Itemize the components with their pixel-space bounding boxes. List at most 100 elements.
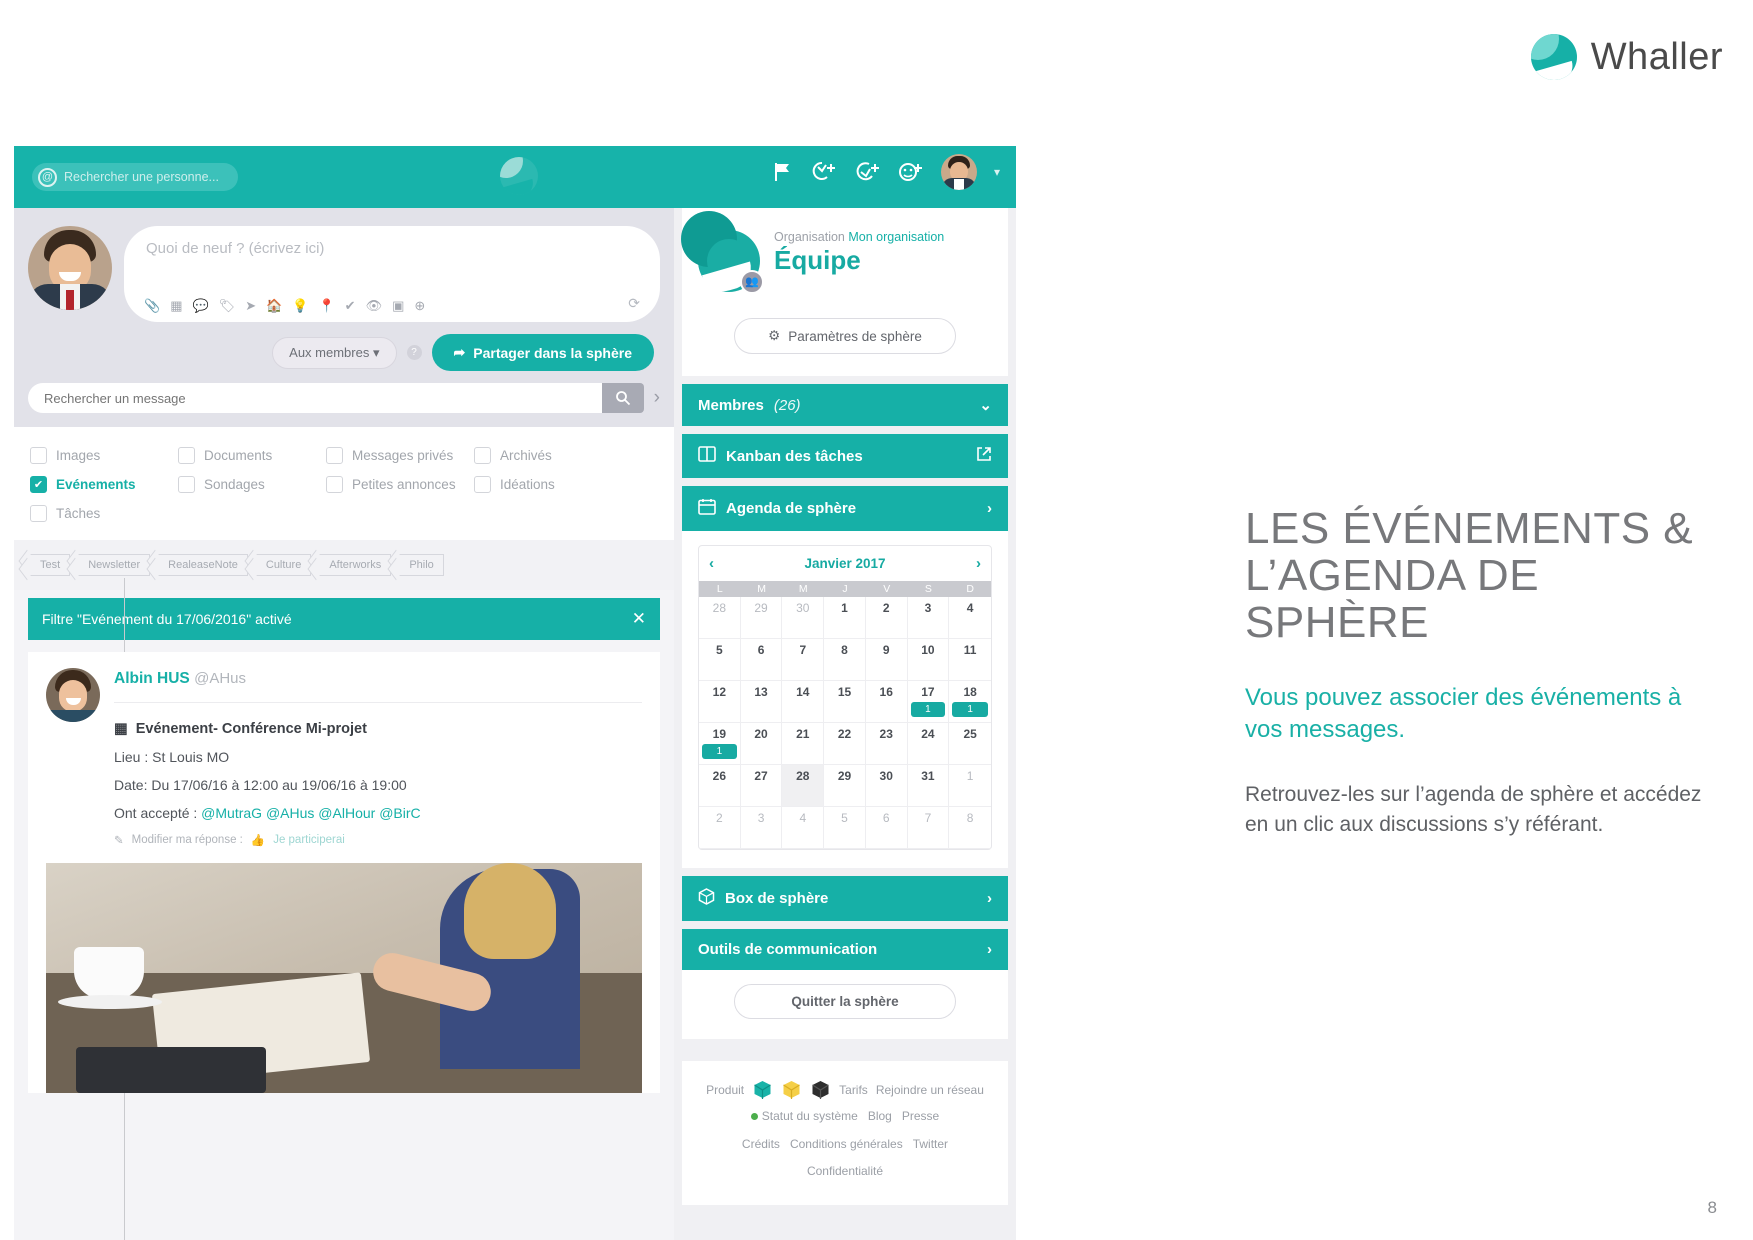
magnifier-icon[interactable] [601, 383, 644, 413]
calendar-day[interactable]: 28 [782, 765, 825, 807]
poll-icon[interactable]: 🏠 [266, 299, 282, 312]
calendar-event-badge[interactable]: 1 [952, 702, 988, 717]
calendar-day[interactable]: 8 [824, 639, 866, 681]
sphere-settings-button[interactable]: ⚙ Paramètres de sphère [734, 318, 956, 354]
calendar-day[interactable]: 19 1 [699, 723, 741, 765]
filter-messages-prives[interactable]: Messages privés [326, 441, 474, 470]
calendar-day[interactable]: 1 [949, 765, 991, 807]
calendar-day[interactable]: 6 [865, 807, 908, 849]
tag-chip[interactable]: Culture [253, 554, 312, 576]
checkbox[interactable] [474, 476, 491, 493]
calendar-day[interactable]: 26 [699, 765, 741, 807]
organisation-name[interactable]: Mon organisation [848, 230, 944, 244]
tag-chip[interactable]: Philo [397, 554, 444, 576]
filter-images[interactable]: Images [30, 441, 178, 470]
comment-icon[interactable]: 💬 [192, 299, 208, 312]
share-button[interactable]: ➦ Partager dans la sphère [431, 334, 654, 371]
footer-link-rejoindre[interactable]: Rejoindre un réseau [876, 1083, 984, 1097]
calendar-day[interactable]: 5 [699, 639, 741, 681]
attach-icon[interactable]: 📎 [144, 299, 160, 312]
search-input[interactable] [28, 383, 602, 413]
calendar-day[interactable]: 4 [782, 807, 825, 849]
calendar-day[interactable]: 7 [782, 639, 825, 681]
calendar-day[interactable]: 2 [865, 597, 908, 639]
quit-sphere-button[interactable]: Quitter la sphère [734, 984, 956, 1019]
calendar-day[interactable]: 22 [824, 723, 866, 765]
calendar-day[interactable]: 25 [949, 723, 991, 765]
calendar-day[interactable]: 3 [907, 597, 950, 639]
calendar-day[interactable]: 21 [782, 723, 825, 765]
sidebar-item-membres[interactable]: Membres (26) ⌄ [682, 384, 1008, 426]
filter-petites-annonces[interactable]: Petites annonces [326, 470, 474, 499]
calendar-event-badge[interactable]: 1 [702, 744, 737, 759]
checkbox[interactable] [30, 447, 47, 464]
response-value[interactable]: Je participerai [273, 834, 345, 846]
filter-sondages[interactable]: Sondages [178, 470, 326, 499]
calendar-day[interactable]: 18 1 [949, 681, 991, 723]
calendar-day[interactable]: 23 [865, 723, 908, 765]
accepted-mention[interactable]: @BirC [379, 805, 420, 821]
sidebar-item-kanban[interactable]: Kanban des tâches [682, 434, 1008, 478]
footer-link-credits[interactable]: Crédits [742, 1137, 780, 1151]
add-circle-icon[interactable] [855, 160, 881, 184]
checkbox[interactable] [30, 505, 47, 522]
location-icon[interactable]: 📍 [318, 299, 334, 312]
calendar-day[interactable]: 9 [865, 639, 908, 681]
footer-link-blog[interactable]: Blog [868, 1109, 892, 1123]
calendar-day[interactable]: 14 [782, 681, 825, 723]
calendar-day[interactable]: 12 [699, 681, 741, 723]
calendar-day[interactable]: 2 [699, 807, 741, 849]
avatar[interactable] [940, 154, 977, 190]
calendar-day[interactable]: 29 [740, 597, 783, 639]
checkbox[interactable] [178, 476, 195, 493]
footer-link-statut[interactable]: Statut du système [762, 1109, 858, 1123]
calendar-day[interactable]: 5 [824, 807, 866, 849]
calendar-day[interactable]: 1 [824, 597, 866, 639]
plus-icon[interactable]: ⊕ [414, 299, 425, 312]
post-avatar[interactable] [46, 668, 100, 722]
footer-link-produit[interactable]: Produit [706, 1083, 744, 1097]
calendar-day[interactable]: 28 [699, 597, 741, 639]
eye-icon[interactable]: 👁 [366, 299, 383, 312]
composer-input[interactable]: Quoi de neuf ? (écrivez ici) 📎 ▦ 💬 🏷 ➤ 🏠… [124, 226, 660, 322]
tag-chip[interactable]: Newsletter [76, 554, 151, 576]
filter-ideations[interactable]: Idéations [474, 470, 622, 499]
tag-chip[interactable]: Test [28, 554, 71, 576]
send-icon[interactable]: ➤ [245, 299, 256, 312]
calendar-day[interactable]: 15 [824, 681, 866, 723]
calendar-day[interactable]: 13 [740, 681, 783, 723]
accepted-mention[interactable]: @AlHour [318, 805, 375, 821]
calendar-day[interactable]: 16 [865, 681, 908, 723]
checkbox[interactable] [178, 447, 195, 464]
person-search-input[interactable]: @ Rechercher une personne... [32, 163, 238, 191]
filter-documents[interactable]: Documents [178, 441, 326, 470]
sidebar-item-outils[interactable]: Outils de communication › [682, 929, 1008, 970]
calendar-day[interactable]: 29 [824, 765, 866, 807]
chevron-right-icon[interactable]: › [654, 387, 660, 409]
help-icon[interactable]: ? [406, 345, 422, 360]
calendar-day[interactable]: 24 [907, 723, 950, 765]
calendar-day[interactable]: 17 1 [907, 681, 950, 723]
calendar-day[interactable]: 7 [907, 807, 950, 849]
media-icon[interactable]: ▣ [392, 299, 404, 312]
checkbox[interactable] [326, 447, 343, 464]
idea-icon[interactable]: 💡 [292, 299, 308, 312]
checkbox[interactable] [326, 476, 343, 493]
tag-icon[interactable]: 🏷 [219, 299, 236, 312]
footer-link-tarifs[interactable]: Tarifs [839, 1083, 868, 1097]
footer-link-presse[interactable]: Presse [902, 1109, 939, 1123]
add-sphere-icon[interactable] [812, 160, 838, 184]
calendar-day[interactable]: 20 [740, 723, 783, 765]
accepted-mention[interactable]: @MutraG [201, 805, 262, 821]
whaller-mark-icon[interactable] [500, 157, 538, 195]
chevron-right-icon[interactable]: › [976, 555, 981, 572]
tag-chip[interactable]: Afterworks [317, 554, 392, 576]
calendar-day[interactable]: 11 [949, 639, 991, 681]
calendar-day[interactable]: 6 [740, 639, 783, 681]
close-icon[interactable]: ✕ [632, 609, 646, 629]
calendar-day[interactable]: 31 [907, 765, 950, 807]
check-icon[interactable]: ✔ [345, 299, 356, 312]
footer-link-conditions[interactable]: Conditions générales [790, 1137, 903, 1151]
checkbox-checked[interactable]: ✔ [30, 476, 47, 493]
flag-icon[interactable] [771, 160, 795, 184]
